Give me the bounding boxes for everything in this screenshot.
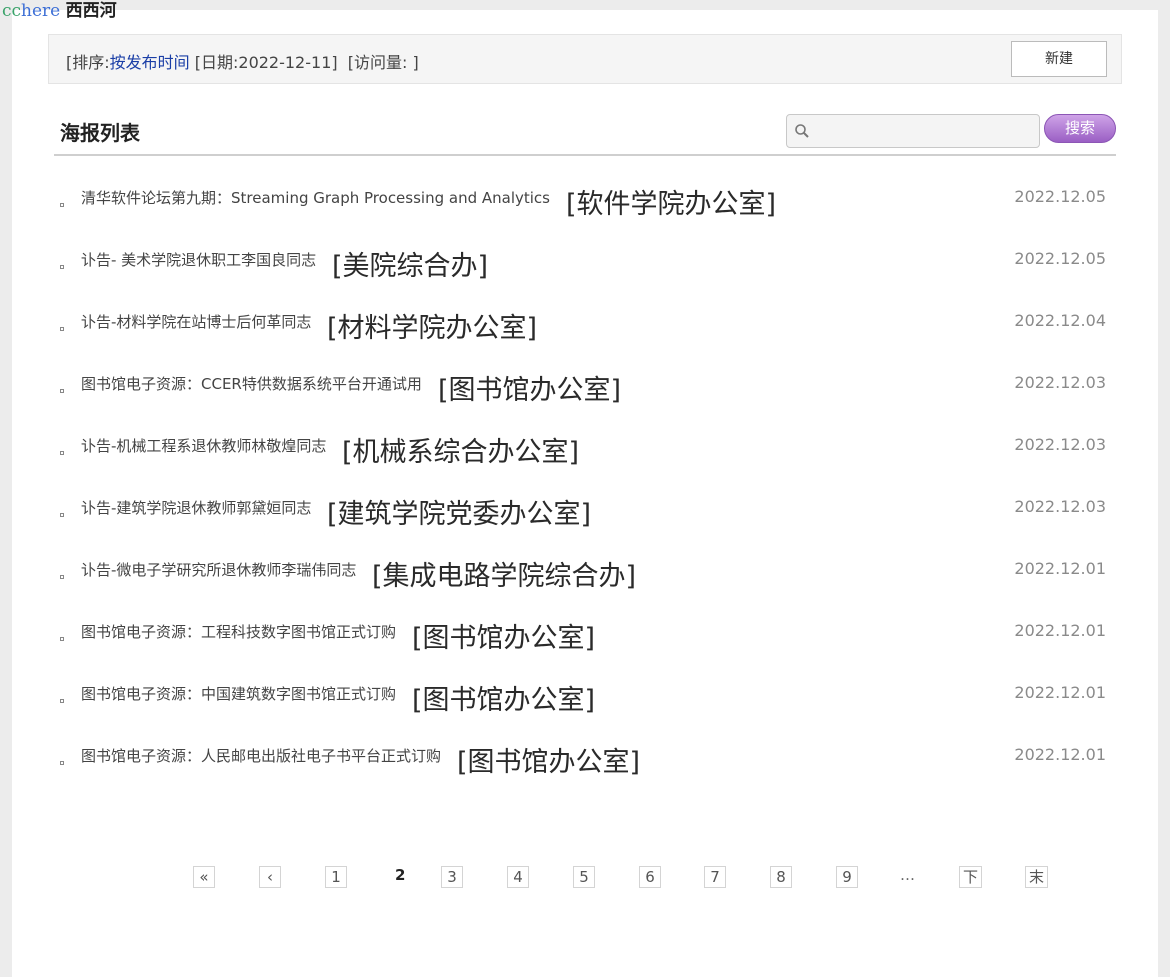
pager-page-8[interactable]: 8 — [770, 866, 792, 888]
poster-department: [图书馆办公室] — [412, 685, 596, 716]
pager-current-page: 2 — [395, 866, 406, 884]
poster-title-link[interactable]: 讣告-微电子学研究所退休教师李瑞伟同志 — [81, 559, 356, 580]
bullet-icon — [60, 389, 64, 393]
poster-department: [建筑学院党委办公室] — [327, 499, 592, 530]
pager-last-button[interactable]: 末 — [1025, 866, 1049, 888]
poster-row[interactable]: 讣告-微电子学研究所退休教师李瑞伟同志 [集成电路学院综合办] 2022.12.01 — [60, 559, 1110, 599]
filter-bar: [排序:按发布时间 [日期:2022-12-11] [访问量: ] 新建 — [48, 34, 1122, 84]
poster-row[interactable]: 图书馆电子资源：中国建筑数字图书馆正式订购 [图书馆办公室] 2022.12.01 — [60, 683, 1110, 723]
poster-title-link[interactable]: 讣告-建筑学院退休教师郭黛姮同志 — [81, 497, 311, 518]
bullet-icon — [60, 513, 64, 517]
poster-row[interactable]: 图书馆电子资源：人民邮电出版社电子书平台正式订购 [图书馆办公室] 2022.12.… — [60, 745, 1110, 785]
poster-department: [图书馆办公室] — [457, 747, 641, 778]
pager-ellipsis: … — [900, 866, 915, 884]
poster-date: 2022.12.03 — [1014, 435, 1106, 454]
search-input[interactable] — [815, 119, 1035, 145]
pager-page-1[interactable]: 1 — [325, 866, 347, 888]
poster-date: 2022.12.03 — [1014, 373, 1106, 392]
section-title: 海报列表 — [60, 121, 140, 145]
pager-page-7[interactable]: 7 — [704, 866, 726, 888]
poster-department: [软件学院办公室] — [566, 189, 777, 220]
site-watermark: cchere 西西河 — [2, 0, 117, 22]
date-filter: [日期:2022-12-11] — [194, 53, 338, 72]
poster-row[interactable]: 讣告-机械工程系退休教师林敬煌同志 [机械系综合办公室] 2022.12.03 — [60, 435, 1110, 475]
poster-date: 2022.12.05 — [1014, 249, 1106, 268]
section-divider — [54, 154, 1116, 156]
sort-link[interactable]: 按发布时间 — [110, 53, 190, 72]
page-content: [排序:按发布时间 [日期:2022-12-11] [访问量: ] 新建 海报列… — [12, 10, 1158, 977]
pager-next-button[interactable]: 下 — [959, 866, 983, 888]
search-box[interactable] — [786, 114, 1040, 148]
poster-department: [美院综合办] — [332, 251, 489, 282]
poster-title-link[interactable]: 图书馆电子资源：中国建筑数字图书馆正式订购 — [81, 683, 396, 704]
pager-page-4[interactable]: 4 — [507, 866, 529, 888]
watermark-here: here — [21, 1, 61, 21]
filter-info: [排序:按发布时间 [日期:2022-12-11] [访问量: ] — [66, 49, 419, 73]
bullet-icon — [60, 265, 64, 269]
poster-title-link[interactable]: 图书馆电子资源：人民邮电出版社电子书平台正式订购 — [81, 745, 441, 766]
poster-date: 2022.12.01 — [1014, 621, 1106, 640]
bullet-icon — [60, 203, 64, 207]
pager-first-button[interactable]: « — [193, 866, 215, 888]
visits-count: [访问量: ] — [347, 53, 419, 72]
bullet-icon — [60, 637, 64, 641]
poster-date: 2022.12.01 — [1014, 745, 1106, 764]
pager-prev-button[interactable]: ‹ — [259, 866, 281, 888]
poster-row[interactable]: 图书馆电子资源：工程科技数字图书馆正式订购 [图书馆办公室] 2022.12.01 — [60, 621, 1110, 661]
bullet-icon — [60, 761, 64, 765]
poster-department: [图书馆办公室] — [412, 623, 596, 654]
search-button[interactable]: 搜索 — [1044, 114, 1116, 143]
pager-page-9[interactable]: 9 — [836, 866, 858, 888]
watermark-cc: cc — [2, 1, 22, 21]
poster-title-link[interactable]: 讣告-材料学院在站博士后何革同志 — [81, 311, 311, 332]
poster-department: [材料学院办公室] — [327, 313, 538, 344]
bullet-icon — [60, 451, 64, 455]
poster-department: [集成电路学院综合办] — [372, 561, 637, 592]
watermark-cn: 西西河 — [65, 1, 117, 21]
search-icon — [795, 124, 809, 138]
poster-title-link[interactable]: 讣告- 美术学院退休职工李国良同志 — [81, 249, 316, 270]
bullet-icon — [60, 327, 64, 331]
poster-title-link[interactable]: 清华软件论坛第九期：Streaming Graph Processing and… — [81, 187, 550, 208]
poster-date: 2022.12.01 — [1014, 683, 1106, 702]
bullet-icon — [60, 575, 64, 579]
poster-date: 2022.12.05 — [1014, 187, 1106, 206]
bullet-icon — [60, 699, 64, 703]
poster-row[interactable]: 讣告-材料学院在站博士后何革同志 [材料学院办公室] 2022.12.04 — [60, 311, 1110, 351]
poster-department: [机械系综合办公室] — [342, 437, 580, 468]
new-button[interactable]: 新建 — [1011, 41, 1107, 77]
poster-row[interactable]: 讣告-建筑学院退休教师郭黛姮同志 [建筑学院党委办公室] 2022.12.03 — [60, 497, 1110, 537]
poster-row[interactable]: 清华软件论坛第九期：Streaming Graph Processing and… — [60, 187, 1110, 227]
poster-date: 2022.12.03 — [1014, 497, 1106, 516]
poster-department: [图书馆办公室] — [438, 375, 622, 406]
poster-date: 2022.12.01 — [1014, 559, 1106, 578]
poster-date: 2022.12.04 — [1014, 311, 1106, 330]
pager-page-3[interactable]: 3 — [441, 866, 463, 888]
pager-page-6[interactable]: 6 — [639, 866, 661, 888]
poster-title-link[interactable]: 图书馆电子资源：CCER特供数据系统平台开通试用 — [81, 373, 422, 394]
poster-row[interactable]: 讣告- 美术学院退休职工李国良同志 [美院综合办] 2022.12.05 — [60, 249, 1110, 289]
poster-row[interactable]: 图书馆电子资源：CCER特供数据系统平台开通试用 [图书馆办公室] 2022.12.… — [60, 373, 1110, 413]
poster-title-link[interactable]: 图书馆电子资源：工程科技数字图书馆正式订购 — [81, 621, 396, 642]
sort-prefix: [排序: — [66, 53, 110, 72]
pager-page-5[interactable]: 5 — [573, 866, 595, 888]
poster-title-link[interactable]: 讣告-机械工程系退休教师林敬煌同志 — [81, 435, 326, 456]
